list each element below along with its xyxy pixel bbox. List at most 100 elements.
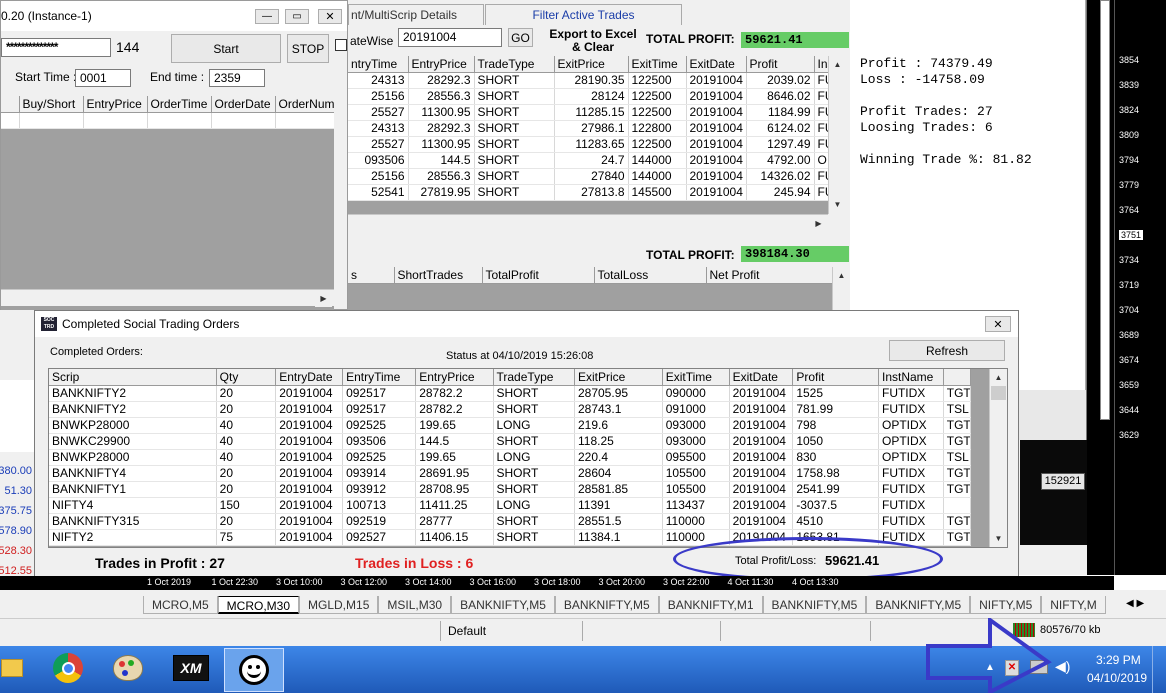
start-button[interactable]: Start bbox=[171, 34, 281, 63]
chart-tab[interactable]: BANKNIFTY,M5 bbox=[866, 596, 971, 614]
column-header[interactable]: EntryPrice bbox=[83, 96, 148, 113]
table-row[interactable]: 24313 28292.3 SHORT 28190.35 122500 20191004 2… bbox=[348, 72, 829, 89]
start-time-input[interactable]: 0001 bbox=[75, 69, 131, 87]
column-header[interactable]: EntryPrice bbox=[415, 369, 494, 386]
scroll-thumb[interactable] bbox=[991, 386, 1006, 400]
chart-tab[interactable]: MCRO,M5 bbox=[143, 596, 218, 614]
table-row[interactable]: BANKNIFTY2 20 20191004 092517 28782.2 SHORT 28… bbox=[49, 401, 972, 418]
chart-tab[interactable]: NIFTY,M bbox=[1041, 596, 1106, 614]
table-row[interactable]: BANKNIFTY315 20 20191004 092519 28777 SHORT 28… bbox=[49, 513, 972, 530]
column-header[interactable]: Profit bbox=[746, 56, 815, 73]
orders-hscroll[interactable]: ▶ bbox=[1, 289, 334, 307]
clock-time[interactable]: 3:29 PM bbox=[1096, 653, 1141, 667]
show-desktop-button[interactable] bbox=[1152, 646, 1166, 693]
table-row[interactable] bbox=[1, 112, 334, 129]
table-row[interactable]: 25156 28556.3 SHORT 28124 122500 20191004 8646… bbox=[348, 88, 829, 105]
column-header[interactable]: ExitDate bbox=[729, 369, 794, 386]
xm-icon[interactable]: XM bbox=[168, 648, 214, 688]
column-header[interactable]: Net Profit bbox=[706, 267, 833, 284]
table-row[interactable]: BNWKP28000 40 20191004 092525 199.65 LONG 220.… bbox=[49, 449, 972, 466]
export-excel-button[interactable]: Export to Excel & Clear bbox=[546, 28, 640, 54]
chart-tab[interactable]: MSIL,M30 bbox=[378, 596, 452, 614]
column-header[interactable]: EntryPrice bbox=[408, 56, 475, 73]
scroll-down-icon[interactable]: ▼ bbox=[990, 530, 1007, 547]
tabs-scroll-arrows[interactable]: ◀ ▶ bbox=[1126, 598, 1144, 609]
minimize-icon[interactable]: — bbox=[255, 9, 279, 24]
table-row[interactable]: 25527 11300.95 SHORT 11283.65 122500 20191004… bbox=[348, 136, 829, 153]
column-header[interactable]: OrderTime bbox=[147, 96, 212, 113]
table-row[interactable]: BNWKC29900 40 20191004 093506 144.5 SHORT 118.… bbox=[49, 433, 972, 450]
table-row[interactable]: BANKNIFTY2 20 20191004 092517 28782.2 SHORT 28… bbox=[49, 385, 972, 402]
chart-tab[interactable]: NIFTY,M5 bbox=[970, 596, 1042, 614]
maximize-icon[interactable]: ▭ bbox=[285, 9, 309, 24]
column-header[interactable]: TotalProfit bbox=[482, 267, 595, 284]
table-row[interactable]: BANKNIFTY1 20 20191004 093912 28708.95 SHORT 2… bbox=[49, 481, 972, 498]
chart-tab[interactable]: BANKNIFTY,M5 bbox=[554, 596, 659, 614]
column-header[interactable]: ExitPrice bbox=[554, 56, 629, 73]
column-header[interactable]: ExitTime bbox=[662, 369, 730, 386]
file-explorer-icon[interactable] bbox=[0, 648, 24, 688]
table-row[interactable]: 093506 144.5 SHORT 24.7 144000 20191004 4792.0… bbox=[348, 152, 829, 169]
column-header[interactable]: ExitDate bbox=[686, 56, 747, 73]
column-header[interactable]: ShortTrades bbox=[394, 267, 483, 284]
column-header[interactable]: Scrip bbox=[49, 369, 217, 386]
tab-filter-active[interactable]: Filter Active Trades bbox=[485, 4, 682, 25]
column-header[interactable]: ExitPrice bbox=[574, 369, 663, 386]
time-axis-label: 3 Oct 16:00 bbox=[469, 577, 517, 587]
scroll-down-icon[interactable]: ▼ bbox=[829, 196, 846, 213]
completed-vscroll[interactable]: ▲ ▼ bbox=[989, 369, 1007, 547]
column-header[interactable]: EntryDate bbox=[275, 369, 344, 386]
go-button[interactable]: GO bbox=[508, 28, 533, 47]
column-header[interactable]: Buy/Short bbox=[19, 96, 84, 113]
column-header[interactable] bbox=[943, 369, 972, 386]
date-input[interactable]: 20191004 bbox=[398, 28, 502, 47]
stop-button[interactable]: STOP bbox=[287, 34, 329, 63]
table-row[interactable]: 24313 28292.3 SHORT 27986.1 122800 20191004 61… bbox=[348, 120, 829, 137]
chart-tab[interactable]: BANKNIFTY,M5 bbox=[451, 596, 555, 614]
chart-tab[interactable]: MCRO,M30 bbox=[217, 596, 300, 614]
table-cell: TGT1 bbox=[943, 417, 972, 434]
scroll-right-icon[interactable]: ▶ bbox=[810, 215, 827, 232]
column-header[interactable]: s bbox=[348, 267, 395, 284]
summary-vscroll[interactable]: ▲ bbox=[832, 267, 850, 310]
column-header[interactable]: EntryTime bbox=[342, 369, 417, 386]
smiley-app-icon[interactable] bbox=[224, 648, 284, 692]
close-icon[interactable]: ✕ bbox=[318, 9, 342, 24]
table-row[interactable]: BANKNIFTY4 20 20191004 093914 28691.95 SHORT 2… bbox=[49, 465, 972, 482]
scroll-up-icon[interactable]: ▲ bbox=[990, 369, 1007, 386]
scroll-up-icon[interactable]: ▲ bbox=[829, 56, 846, 73]
end-time-input[interactable]: 2359 bbox=[209, 69, 265, 87]
column-header[interactable]: TradeType bbox=[474, 56, 555, 73]
refresh-button[interactable]: Refresh bbox=[889, 340, 1005, 361]
chrome-icon[interactable] bbox=[46, 648, 90, 688]
table-row[interactable]: 25527 11300.95 SHORT 11285.15 122500 20191004… bbox=[348, 104, 829, 121]
column-header[interactable]: InstName bbox=[878, 369, 944, 386]
column-header[interactable]: ExitTime bbox=[628, 56, 687, 73]
column-header[interactable]: Ins bbox=[814, 56, 829, 73]
table-row[interactable]: NIFTY4 150 20191004 100713 11411.25 LONG 11391… bbox=[49, 497, 972, 514]
column-header[interactable]: OrderDate bbox=[211, 96, 276, 113]
password-field[interactable]: ************** bbox=[1, 38, 111, 57]
chart-tab[interactable]: BANKNIFTY,M1 bbox=[658, 596, 763, 614]
tab-multiscrip[interactable]: nt/MultiScrip Details bbox=[348, 4, 484, 25]
column-header[interactable]: TotalLoss bbox=[594, 267, 707, 284]
chart-tab[interactable]: MGLD,M15 bbox=[299, 596, 379, 614]
dialog-close-icon[interactable]: ✕ bbox=[985, 316, 1011, 332]
table-row[interactable]: BNWKP28000 40 20191004 092525 199.65 LONG 219.… bbox=[49, 417, 972, 434]
option-checkbox[interactable] bbox=[335, 39, 347, 51]
column-header[interactable]: Qty bbox=[216, 369, 277, 386]
paint-icon[interactable] bbox=[106, 648, 150, 688]
table-row[interactable]: 52541 27819.95 SHORT 27813.8 145500 20191004 2… bbox=[348, 184, 829, 201]
scroll-up-icon[interactable]: ▲ bbox=[833, 267, 850, 284]
chart-scrollbar-right[interactable] bbox=[1100, 0, 1110, 420]
trades-vscroll[interactable]: ▲ ▼ bbox=[828, 56, 846, 214]
table-row[interactable]: 25156 28556.3 SHORT 27840 144000 20191004 1432… bbox=[348, 168, 829, 185]
column-header[interactable]: TradeType bbox=[493, 369, 575, 386]
scroll-right-icon[interactable]: ▶ bbox=[315, 290, 332, 307]
clock-date[interactable]: 04/10/2019 bbox=[1087, 671, 1147, 685]
column-header[interactable]: ntryTime bbox=[348, 56, 409, 73]
trades-hscroll[interactable]: ▶ bbox=[348, 214, 828, 232]
column-header[interactable]: OrderNumb bbox=[275, 96, 334, 113]
chart-tab[interactable]: BANKNIFTY,M5 bbox=[762, 596, 867, 614]
column-header[interactable]: Profit bbox=[792, 369, 879, 386]
